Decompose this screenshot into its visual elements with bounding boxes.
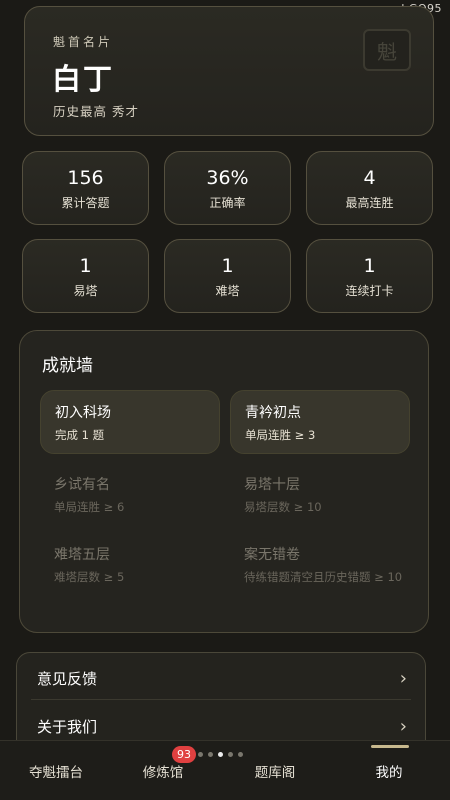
- achievement-title: 案无错卷: [244, 547, 300, 563]
- achievement-item: 初入科场 完成 1 题: [40, 390, 220, 454]
- page-dot: [208, 752, 213, 757]
- stat-label: 最高连胜: [345, 195, 394, 210]
- stat-label: 连续打卡: [345, 283, 394, 298]
- achievement-item: 案无错卷 待练错题清空且历史错题 ≥ 10: [230, 533, 420, 617]
- stat-accuracy: 36% 正确率: [164, 151, 291, 225]
- achievement-desc: 难塔层数 ≥ 5: [54, 570, 125, 584]
- active-tab-indicator: [371, 745, 409, 748]
- profile-name: 白丁: [52, 62, 115, 96]
- stat-value: 1: [79, 254, 92, 277]
- stat-value: 1: [363, 254, 376, 277]
- tab-label: 题库阁: [254, 765, 296, 781]
- page-dot: [218, 752, 223, 757]
- profile-card-label: 魁首名片: [53, 35, 114, 49]
- tab-label: 夺魁擂台: [29, 765, 83, 781]
- seal-char: 魁: [377, 39, 397, 64]
- chevron-right-icon: ›: [399, 667, 407, 689]
- profile-highest-rank: 历史最高 秀才: [53, 104, 139, 119]
- stat-value: 36%: [206, 166, 249, 189]
- page-indicator-dots: [198, 752, 243, 757]
- stat-checkin-streak: 1 连续打卡: [306, 239, 433, 313]
- tab-question-bank[interactable]: 题库阁: [219, 741, 331, 800]
- page-dot: [238, 752, 243, 757]
- tab-mine[interactable]: 我的: [333, 741, 445, 800]
- menu-divider: [31, 699, 411, 700]
- page-dot: [228, 752, 233, 757]
- tab-label: 修炼馆: [142, 765, 184, 781]
- achievement-item: 易塔十层 易塔层数 ≥ 10: [230, 463, 410, 527]
- notification-badge: 93: [172, 746, 196, 763]
- stat-label: 易塔: [73, 283, 98, 298]
- achievement-desc: 易塔层数 ≥ 10: [244, 500, 322, 514]
- stat-easy-tower: 1 易塔: [22, 239, 149, 313]
- achievement-title: 难塔五层: [54, 547, 110, 563]
- stat-hard-tower: 1 难塔: [164, 239, 291, 313]
- menu-item-feedback[interactable]: 意见反馈 ›: [17, 655, 425, 701]
- achievement-title: 乡试有名: [54, 477, 110, 493]
- stat-value: 1: [221, 254, 234, 277]
- tab-label: 我的: [375, 765, 403, 781]
- achievement-desc: 完成 1 题: [55, 428, 105, 442]
- stat-total-answers: 156 累计答题: [22, 151, 149, 225]
- stat-value: 156: [67, 166, 104, 189]
- achievement-desc: 单局连胜 ≥ 6: [54, 500, 125, 514]
- stat-max-streak: 4 最高连胜: [306, 151, 433, 225]
- menu-label: 关于我们: [37, 717, 98, 736]
- achievement-title: 易塔十层: [244, 477, 300, 493]
- stat-label: 正确率: [209, 195, 246, 210]
- seal-icon: 魁: [363, 29, 411, 71]
- tab-training-hall[interactable]: 修炼馆: [107, 741, 219, 800]
- achievement-title: 初入科场: [55, 405, 111, 421]
- page-dot: [198, 752, 203, 757]
- achievement-wall-title: 成就墙: [42, 356, 93, 376]
- tab-arena[interactable]: 夺魁擂台: [0, 741, 112, 800]
- menu-label: 意见反馈: [37, 669, 98, 688]
- achievement-item: 青衿初点 单局连胜 ≥ 3: [230, 390, 410, 454]
- achievement-desc: 待练错题清空且历史错题 ≥ 10: [244, 570, 403, 584]
- stat-value: 4: [363, 166, 376, 189]
- achievement-item: 乡试有名 单局连胜 ≥ 6: [40, 463, 220, 527]
- achievement-wall: 成就墙 初入科场 完成 1 题 青衿初点 单局连胜 ≥ 3 乡试有名 单局连胜 …: [19, 330, 429, 633]
- achievement-item: 难塔五层 难塔层数 ≥ 5: [40, 533, 220, 597]
- stat-label: 难塔: [215, 283, 240, 298]
- achievement-title: 青衿初点: [245, 405, 301, 421]
- stat-label: 累计答题: [61, 195, 110, 210]
- achievement-desc: 单局连胜 ≥ 3: [245, 428, 316, 442]
- profile-card: 魁首名片 白丁 历史最高 秀才 魁: [24, 6, 434, 136]
- bottom-tab-bar: 夺魁擂台 修炼馆 题库阁 我的: [0, 740, 450, 800]
- chevron-right-icon: ›: [399, 715, 407, 737]
